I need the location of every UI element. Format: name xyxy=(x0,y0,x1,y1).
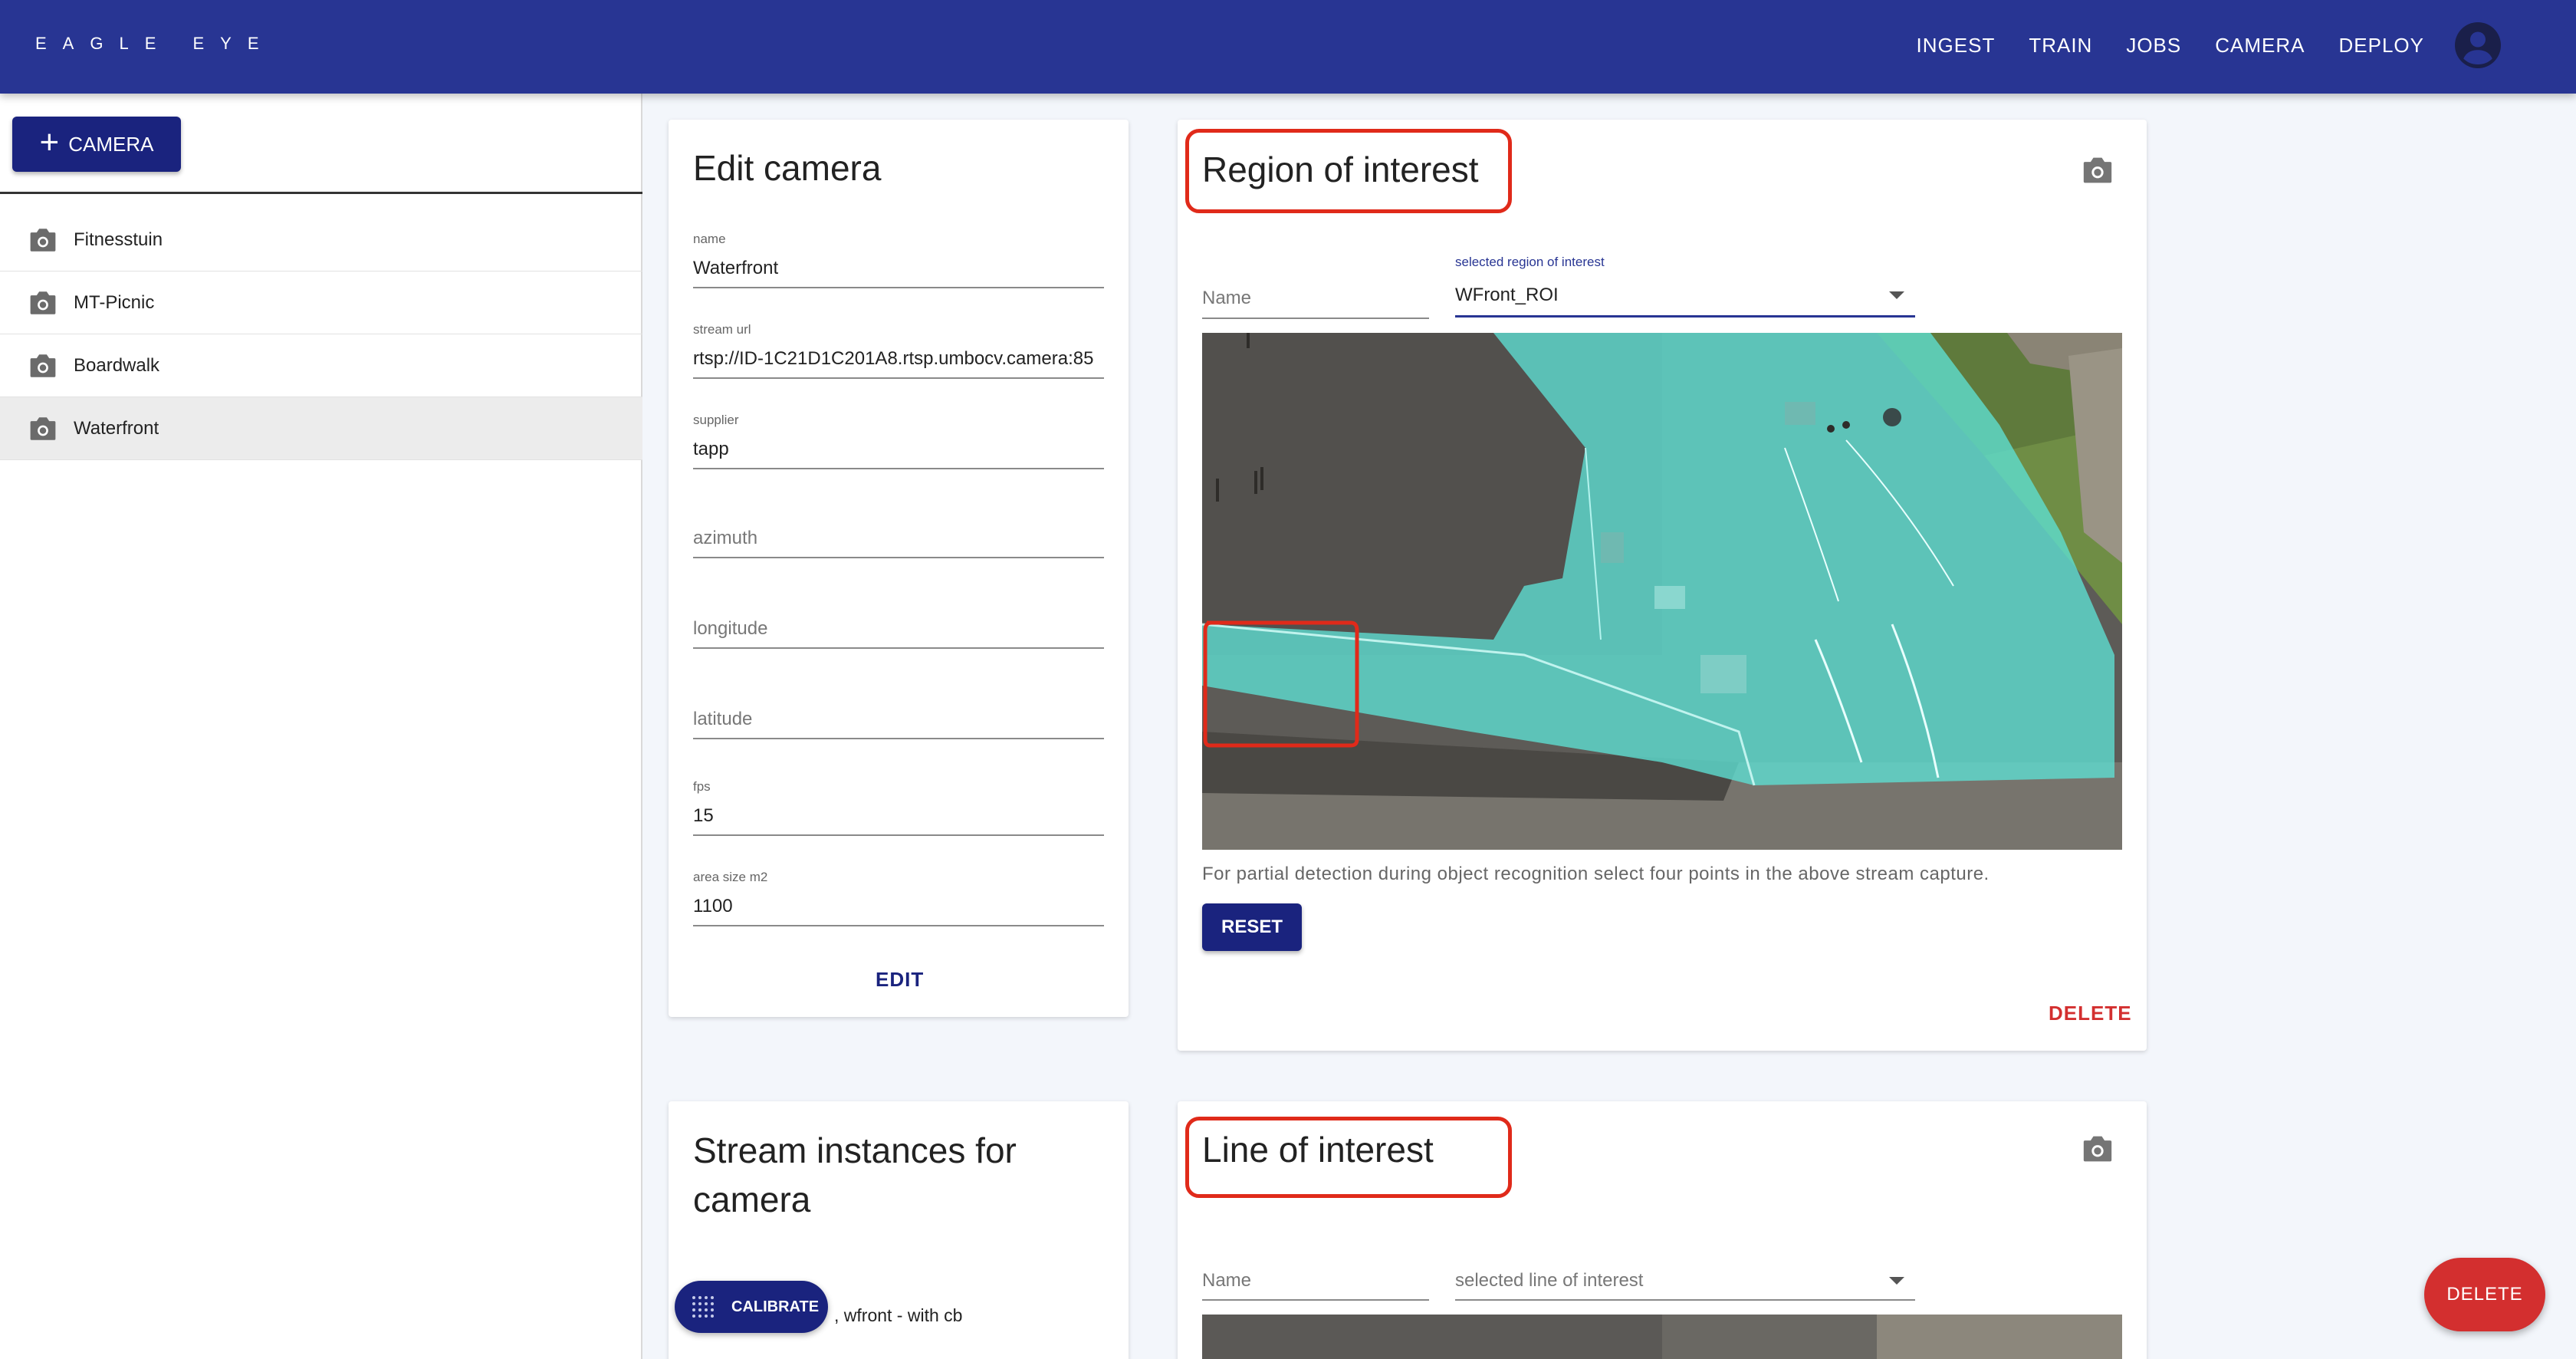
stream-instances-title: Stream instances for camera xyxy=(693,1130,1017,1219)
reset-button[interactable]: RESET xyxy=(1202,903,1302,951)
nav-train[interactable]: TRAIN xyxy=(2029,34,2092,58)
azimuth-field[interactable]: azimuth xyxy=(693,518,1104,558)
loi-name-input[interactable]: Name xyxy=(1202,1261,1429,1301)
roi-name-input[interactable]: Name xyxy=(1202,278,1429,319)
edit-camera-title: Edit camera xyxy=(693,148,882,188)
add-camera-button[interactable]: + CAMERA xyxy=(12,117,181,172)
latitude-field[interactable]: latitude xyxy=(693,699,1104,739)
area-size-label: area size m2 xyxy=(693,870,768,884)
latitude-input[interactable]: latitude xyxy=(693,699,1104,739)
main-nav: INGEST TRAIN JOBS CAMERA DEPLOY xyxy=(1917,0,2576,90)
fps-label: fps xyxy=(693,779,711,794)
account-circle-icon[interactable] xyxy=(2455,22,2501,68)
stream-url-value[interactable]: rtsp://ID-1C21D1C201A8.rtsp.umbocv.camer… xyxy=(693,339,1104,379)
camera-icon xyxy=(30,354,56,377)
roi-card: Region of interest Name selected region … xyxy=(1178,120,2147,1051)
plus-icon: + xyxy=(39,123,60,161)
name-field-value[interactable]: Waterfront xyxy=(693,248,1104,288)
edit-camera-card: Edit camera name Waterfront stream url r… xyxy=(669,120,1129,1017)
line-stream-capture-image[interactable] xyxy=(1202,1315,2122,1359)
fps-field[interactable]: fps 15 xyxy=(693,779,1104,836)
grid-dots-icon xyxy=(692,1296,714,1318)
roi-select-label: selected region of interest xyxy=(1455,255,1605,269)
calibrate-button[interactable]: CALIBRATE xyxy=(675,1281,828,1333)
stream-url-field[interactable]: stream url rtsp://ID-1C21D1C201A8.rtsp.u… xyxy=(693,322,1104,379)
stream-capture-image[interactable] xyxy=(1202,333,2122,850)
name-field-label: name xyxy=(693,232,726,246)
camera-icon xyxy=(30,228,56,252)
app-bar: EAGLE EYE INGEST TRAIN JOBS CAMERA DEPLO… xyxy=(0,0,2576,94)
sidebar-divider xyxy=(0,192,642,194)
longitude-field[interactable]: longitude xyxy=(693,609,1104,649)
calibrate-label: CALIBRATE xyxy=(731,1298,820,1315)
camera-sidebar: + CAMERA Fitnesstuin MT-Picnic Boardwalk… xyxy=(0,94,642,1359)
fps-value[interactable]: 15 xyxy=(693,796,1104,836)
snapshot-camera-icon[interactable] xyxy=(2081,1134,2114,1164)
roi-instructions: For partial detection during object reco… xyxy=(1202,864,1990,884)
supplier-label: supplier xyxy=(693,413,739,427)
camera-list-label: Waterfront xyxy=(74,417,159,439)
area-size-field[interactable]: area size m2 1100 xyxy=(693,870,1104,926)
annotation-highlight-box xyxy=(1185,1117,1512,1198)
dropdown-arrow-icon xyxy=(1889,291,1904,299)
edit-button[interactable]: EDIT xyxy=(876,968,924,992)
roi-delete-button[interactable]: DELETE xyxy=(2049,1002,2132,1025)
camera-list-label: MT-Picnic xyxy=(74,291,155,313)
camera-list-item-selected[interactable]: Waterfront xyxy=(0,397,642,460)
delete-camera-fab[interactable]: DELETE xyxy=(2424,1258,2545,1331)
camera-list-label: Boardwalk xyxy=(74,354,160,376)
longitude-input[interactable]: longitude xyxy=(693,609,1104,649)
annotation-highlight-box xyxy=(1185,129,1512,213)
snapshot-camera-icon[interactable] xyxy=(2081,155,2114,186)
camera-icon xyxy=(30,416,56,440)
nav-deploy[interactable]: DEPLOY xyxy=(2339,34,2425,58)
azimuth-input[interactable]: azimuth xyxy=(693,518,1104,558)
camera-list-label: Fitnesstuin xyxy=(74,229,163,250)
area-size-value[interactable]: 1100 xyxy=(693,887,1104,926)
loi-select[interactable]: selected line of interest xyxy=(1455,1261,1915,1301)
camera-list-item[interactable]: Boardwalk xyxy=(0,334,642,397)
roi-select-value: WFront_ROI xyxy=(1455,285,1559,305)
dropdown-arrow-icon xyxy=(1889,1277,1904,1285)
camera-list: Fitnesstuin MT-Picnic Boardwalk Waterfro… xyxy=(0,209,642,460)
stream-url-label: stream url xyxy=(693,322,751,337)
roi-select[interactable]: WFront_ROI xyxy=(1455,273,1915,318)
loi-select-placeholder: selected line of interest xyxy=(1455,1270,1644,1291)
nav-ingest[interactable]: INGEST xyxy=(1917,34,1996,58)
nav-camera[interactable]: CAMERA xyxy=(2215,34,2305,58)
brand-logo: EAGLE EYE xyxy=(35,34,275,53)
stream-instance-item[interactable]: , wfront - with cb xyxy=(834,1305,962,1326)
nav-jobs[interactable]: JOBS xyxy=(2126,34,2181,58)
camera-icon xyxy=(30,291,56,314)
camera-list-item[interactable]: Fitnesstuin xyxy=(0,209,642,271)
camera-list-item[interactable]: MT-Picnic xyxy=(0,271,642,334)
add-camera-label: CAMERA xyxy=(68,132,154,156)
supplier-value[interactable]: tapp xyxy=(693,429,1104,469)
supplier-field[interactable]: supplier tapp xyxy=(693,413,1104,469)
name-field[interactable]: name Waterfront xyxy=(693,232,1104,288)
